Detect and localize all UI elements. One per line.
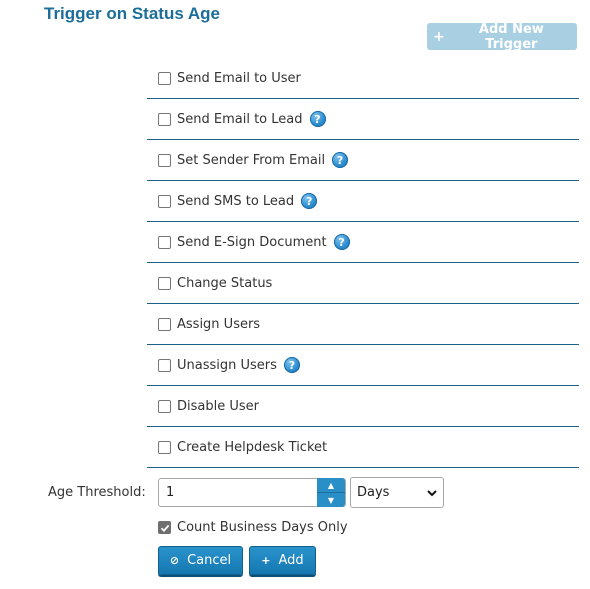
count-business-days-row[interactable]: Count Business Days Only <box>158 520 348 535</box>
add-button[interactable]: + Add <box>249 546 316 575</box>
plus-icon: + <box>433 28 445 45</box>
unit-select-value: Days <box>357 485 390 500</box>
action-label: Unassign Users <box>177 357 277 373</box>
trigger-on-status-age-panel: Trigger on Status Age + Add New Trigger … <box>0 0 590 589</box>
age-threshold-stepper[interactable]: ▲ ▼ <box>317 478 345 507</box>
action-label: Create Helpdesk Ticket <box>177 439 328 455</box>
action-row[interactable]: Create Helpdesk Ticket <box>147 427 579 468</box>
action-row[interactable]: Send SMS to Lead? <box>147 181 579 222</box>
action-checkbox[interactable] <box>158 194 171 208</box>
chevron-down-icon <box>427 490 437 497</box>
action-checkbox[interactable] <box>158 71 171 85</box>
add-new-trigger-button[interactable]: + Add New Trigger <box>427 21 577 52</box>
action-label: Send Email to User <box>177 70 301 86</box>
action-row[interactable]: Send Email to Lead? <box>147 99 579 140</box>
action-label: Set Sender From Email <box>177 152 326 168</box>
action-checkbox[interactable] <box>158 440 171 454</box>
help-icon[interactable]: ? <box>333 234 350 250</box>
action-label: Change Status <box>177 275 273 291</box>
help-icon[interactable]: ? <box>332 152 349 168</box>
action-label: Send Email to Lead <box>177 111 303 127</box>
action-checkbox[interactable] <box>158 235 171 249</box>
cancel-button[interactable]: ⊘ Cancel <box>158 546 243 575</box>
cancel-icon: ⊘ <box>169 554 180 567</box>
action-label: Disable User <box>177 398 259 414</box>
action-row[interactable]: Assign Users <box>147 304 579 345</box>
checkmark-icon <box>160 524 169 532</box>
action-label: Send E-Sign Document <box>177 234 327 250</box>
age-threshold-value: 1 <box>166 485 175 500</box>
stepper-down-icon[interactable]: ▼ <box>317 493 345 507</box>
add-label: Add <box>278 553 304 568</box>
count-business-days-label: Count Business Days Only <box>177 520 348 535</box>
action-label: Assign Users <box>177 316 261 332</box>
help-icon[interactable]: ? <box>283 357 300 373</box>
help-icon[interactable]: ? <box>301 193 318 209</box>
action-row[interactable]: Disable User <box>147 386 579 427</box>
action-checkbox[interactable] <box>158 276 171 290</box>
action-row[interactable]: Send E-Sign Document? <box>147 222 579 263</box>
action-row[interactable]: Set Sender From Email? <box>147 140 579 181</box>
help-icon[interactable]: ? <box>309 111 326 127</box>
action-checkbox[interactable] <box>158 112 171 126</box>
cancel-label: Cancel <box>187 553 232 568</box>
page-title: Trigger on Status Age <box>44 4 221 23</box>
action-checkbox[interactable] <box>158 399 171 413</box>
action-checkbox[interactable] <box>158 153 171 167</box>
action-row[interactable]: Unassign Users? <box>147 345 579 386</box>
stepper-up-icon[interactable]: ▲ <box>317 478 345 493</box>
add-new-trigger-label: Add New Trigger <box>478 21 544 52</box>
action-row[interactable]: Send Email to User <box>147 58 579 99</box>
count-business-days-checkbox[interactable] <box>158 521 171 534</box>
age-threshold-unit-select[interactable]: Days <box>350 477 444 508</box>
action-checkbox[interactable] <box>158 317 171 331</box>
action-checkbox[interactable] <box>158 358 171 372</box>
action-row[interactable]: Change Status <box>147 263 579 304</box>
trigger-actions-list: Send Email to User Send Email to Lead? Set… <box>147 58 579 468</box>
action-label: Send SMS to Lead <box>177 193 295 209</box>
age-threshold-label: Age Threshold: <box>48 485 146 500</box>
plus-icon: + <box>261 554 271 567</box>
